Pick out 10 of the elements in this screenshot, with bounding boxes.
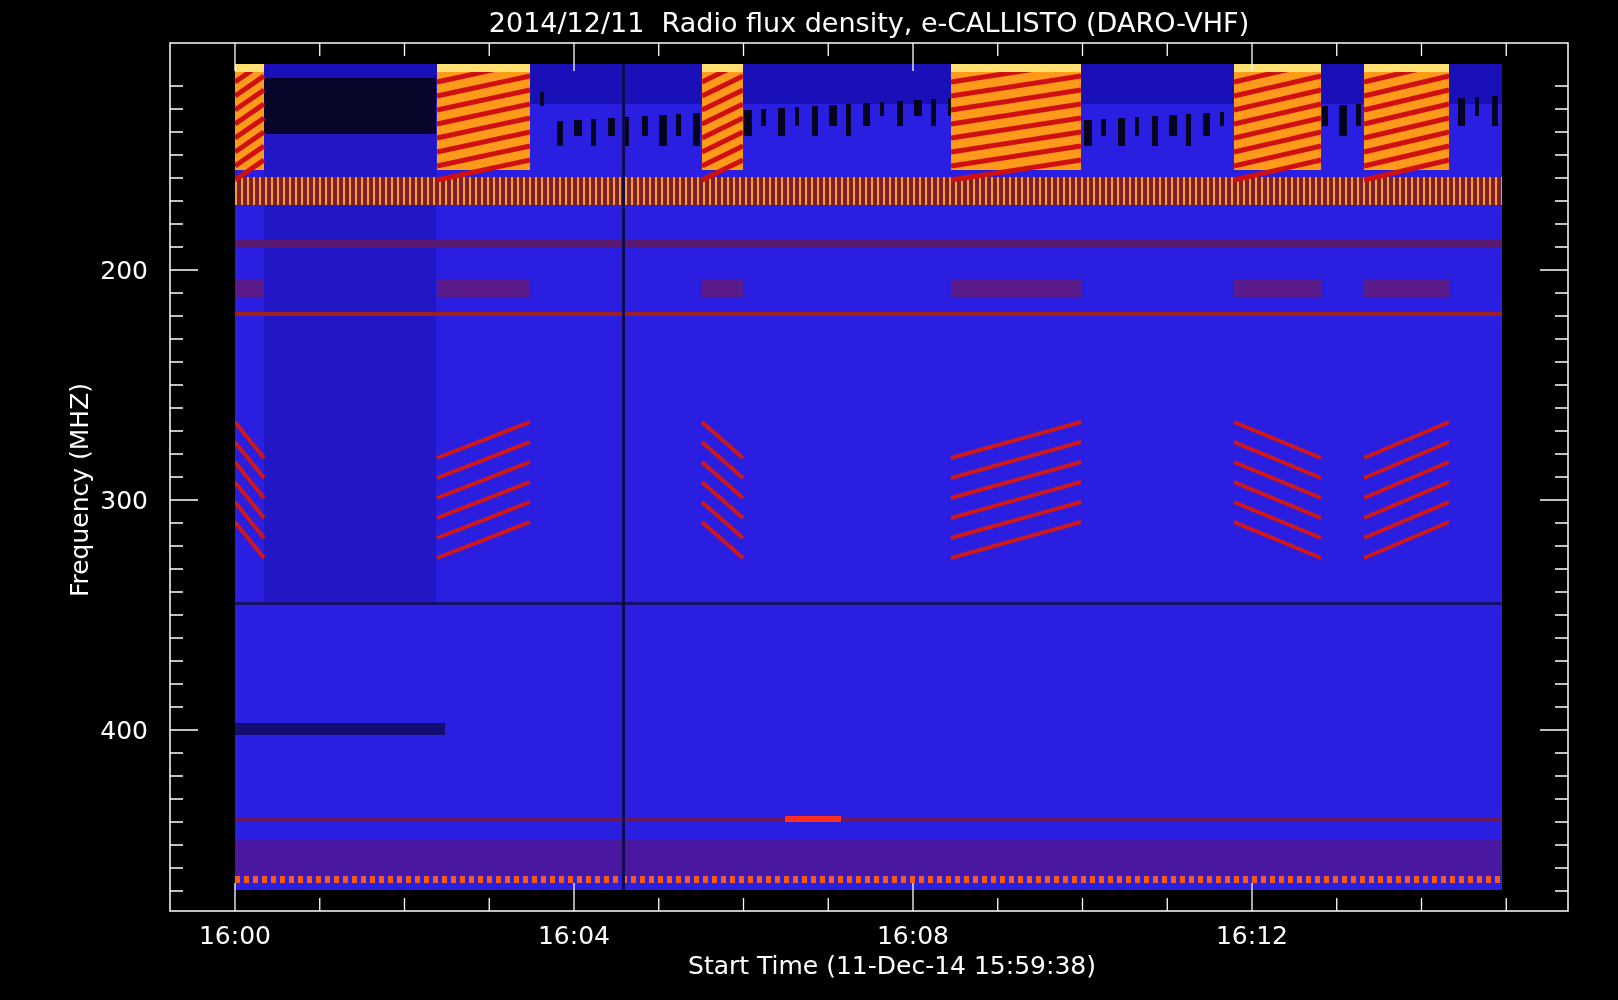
x-tick-label: 16:12 <box>1216 921 1288 950</box>
y-tick-label: 400 <box>100 716 148 745</box>
y-tick-label: 300 <box>100 486 148 515</box>
x-axis-title: Start Time (11-Dec-14 15:59:38) <box>688 951 1096 980</box>
y-axis-title: Frequency (MHZ) <box>65 382 94 598</box>
y-tick-label: 200 <box>100 256 148 285</box>
chart-title: 2014/12/11 Radio flux density, e-CALLISTO (DARO-VHF) <box>488 7 1250 38</box>
x-tick-label: 16:04 <box>538 921 610 950</box>
x-tick-label: 16:08 <box>877 921 949 950</box>
x-tick-label: 16:00 <box>199 921 271 950</box>
